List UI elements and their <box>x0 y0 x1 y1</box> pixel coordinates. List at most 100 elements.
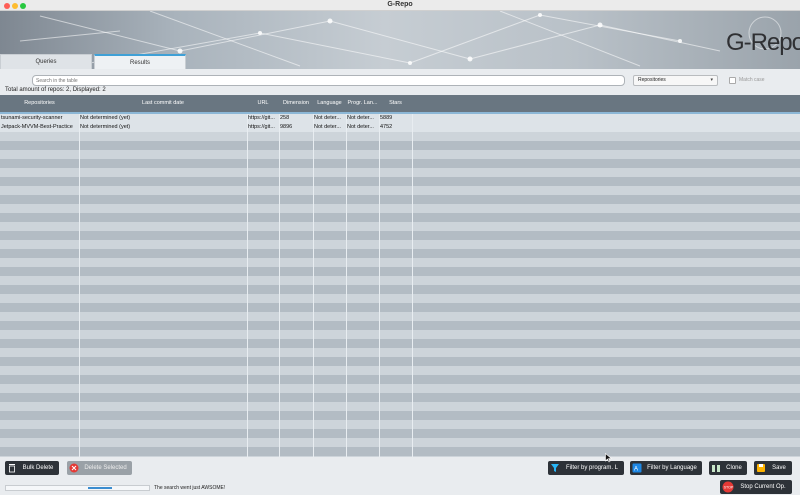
table-cell: Not determined (yet) <box>80 115 131 121</box>
table-cell: 4752 <box>380 124 393 130</box>
empty-table-row[interactable] <box>0 447 800 456</box>
empty-table-row[interactable] <box>0 348 800 357</box>
empty-table-row[interactable] <box>0 195 800 204</box>
stop-current-operation-button[interactable]: STOP Stop Current Op. <box>720 480 792 494</box>
empty-table-row[interactable] <box>0 357 800 366</box>
filter-type-selected: Repositories <box>638 77 666 83</box>
filter-type-select[interactable]: Repositories ▾ <box>633 75 718 86</box>
empty-table-row[interactable] <box>0 240 800 249</box>
empty-table-row[interactable] <box>0 312 800 321</box>
column-divider <box>79 114 80 457</box>
svg-text:STOP: STOP <box>724 486 734 490</box>
column-divider <box>247 114 248 457</box>
window-title: G-Repo <box>387 1 413 8</box>
clone-label: Clone <box>726 465 742 471</box>
save-icon <box>757 464 765 472</box>
bulk-delete-button[interactable]: Bulk Delete <box>5 461 59 475</box>
tab-queries[interactable]: Queries <box>0 54 92 69</box>
empty-table-row[interactable] <box>0 285 800 294</box>
empty-table-row[interactable] <box>0 276 800 285</box>
table-search-input[interactable] <box>32 75 625 86</box>
empty-table-row[interactable] <box>0 258 800 267</box>
table-row[interactable]: Jetpack-MVVM-Best-Practice Not determined… <box>0 123 800 132</box>
delete-selected-label: Delete Selected <box>84 465 127 471</box>
empty-table-row[interactable] <box>0 384 800 393</box>
empty-table-row[interactable] <box>0 438 800 447</box>
empty-table-row[interactable] <box>0 366 800 375</box>
column-header-repositories[interactable]: Repositories <box>0 95 79 112</box>
column-header-last-commit[interactable]: Last commit date <box>79 95 247 112</box>
delete-selected-button[interactable]: Delete Selected <box>67 461 132 475</box>
clone-button[interactable]: Clone <box>709 461 747 475</box>
empty-table-row[interactable] <box>0 294 800 303</box>
empty-table-row[interactable] <box>0 339 800 348</box>
table-cell: 9896 <box>280 124 293 130</box>
column-divider <box>346 114 347 457</box>
filter-by-language-button[interactable]: A Filter by Language <box>630 461 702 475</box>
window-titlebar: G-Repo <box>0 0 800 11</box>
stop-icon: STOP <box>722 481 734 493</box>
empty-table-row[interactable] <box>0 402 800 411</box>
table-body: tsunami-security-scanner Not determined (… <box>0 114 800 457</box>
empty-table-row[interactable] <box>0 186 800 195</box>
empty-table-row[interactable] <box>0 150 800 159</box>
results-table: Repositories Last commit date URL Dimens… <box>0 95 800 457</box>
filter-by-program-language-button[interactable]: Filter by program. L <box>548 461 624 475</box>
repo-count-summary: Total amount of repos: 2, Displayed: 2 <box>5 87 106 93</box>
table-header: Repositories Last commit date URL Dimens… <box>0 95 800 112</box>
empty-table-row[interactable] <box>0 132 800 141</box>
filter-by-language-label: Filter by Language <box>647 465 697 471</box>
empty-table-row[interactable] <box>0 429 800 438</box>
match-case-checkbox[interactable] <box>729 77 736 84</box>
table-cell: 5889 <box>380 115 393 121</box>
funnel-icon <box>551 464 559 472</box>
table-cell: Not deter... <box>347 115 374 121</box>
empty-table-row[interactable] <box>0 420 800 429</box>
status-message: The search went just AWSOME! <box>154 485 226 491</box>
empty-table-row[interactable] <box>0 330 800 339</box>
empty-table-row[interactable] <box>0 204 800 213</box>
empty-table-row[interactable] <box>0 231 800 240</box>
column-header-stars[interactable]: Stars <box>379 95 412 112</box>
tab-results[interactable]: Results <box>94 54 186 69</box>
brand-logo-text: G-Repo <box>725 29 800 56</box>
operation-progress-bar <box>5 485 150 491</box>
column-divider <box>279 114 280 457</box>
column-header-url[interactable]: URL <box>247 95 279 112</box>
empty-table-row[interactable] <box>0 375 800 384</box>
trash-icon <box>9 464 15 473</box>
empty-table-row[interactable] <box>0 222 800 231</box>
delete-x-icon <box>69 463 79 473</box>
table-row[interactable]: tsunami-security-scanner Not determined (… <box>0 114 800 123</box>
empty-table-row[interactable] <box>0 267 800 276</box>
table-cell: https://git... <box>248 124 275 130</box>
empty-table-row[interactable] <box>0 159 800 168</box>
column-header-prog-language[interactable]: Progr. Lan... <box>346 95 379 112</box>
mouse-cursor-icon <box>605 453 613 463</box>
table-cell: Jetpack-MVVM-Best-Practice <box>1 124 73 130</box>
empty-table-row[interactable] <box>0 393 800 402</box>
empty-table-row[interactable] <box>0 213 800 222</box>
table-cell: Not deter... <box>314 115 341 121</box>
empty-table-row[interactable] <box>0 321 800 330</box>
column-header-dimension[interactable]: Dimension <box>279 95 313 112</box>
save-label: Save <box>772 465 786 471</box>
empty-table-row[interactable] <box>0 411 800 420</box>
empty-table-row[interactable] <box>0 168 800 177</box>
empty-table-row[interactable] <box>0 303 800 312</box>
empty-table-row[interactable] <box>0 456 800 457</box>
save-button[interactable]: Save <box>754 461 792 475</box>
empty-table-row[interactable] <box>0 141 800 150</box>
empty-table-row[interactable] <box>0 249 800 258</box>
table-cell: tsunami-security-scanner <box>1 115 63 121</box>
empty-table-row[interactable] <box>0 177 800 186</box>
column-divider <box>412 114 413 457</box>
column-header-language[interactable]: Language <box>313 95 346 112</box>
table-cell: https://git... <box>248 115 275 121</box>
filter-by-program-language-label: Filter by program. L <box>565 465 619 471</box>
clone-icon <box>712 465 720 472</box>
column-divider <box>313 114 314 457</box>
table-cell: Not deter... <box>347 124 374 130</box>
progress-indicator <box>88 487 112 489</box>
chevron-down-icon: ▾ <box>710 77 713 83</box>
